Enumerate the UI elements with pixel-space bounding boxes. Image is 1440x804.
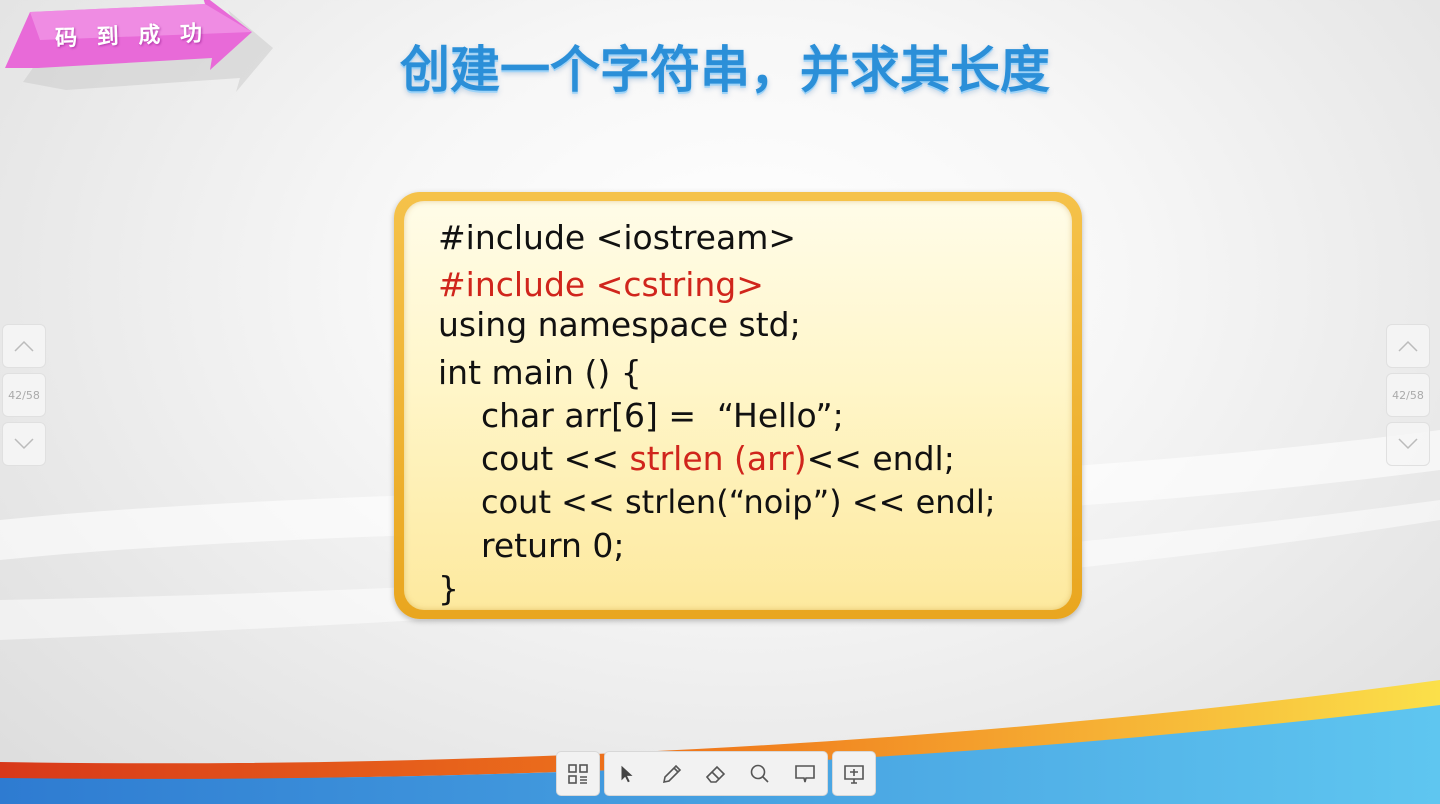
chevron-up-icon	[14, 340, 34, 352]
search-icon	[751, 764, 769, 783]
grid-menu-icon	[568, 763, 588, 784]
chevron-down-icon	[1398, 438, 1418, 450]
screen-button[interactable]	[833, 752, 875, 795]
bottom-toolbar	[556, 751, 876, 796]
grid-menu-button[interactable]	[557, 752, 599, 795]
pointer-button[interactable]	[605, 752, 649, 795]
code-line-7: cout << strlen(“noip”) << endl;	[481, 483, 996, 521]
chevron-down-icon	[14, 438, 34, 450]
code-line-4: int main () {	[438, 353, 642, 392]
code-line-6: cout << strlen (arr)<< endl;	[481, 439, 955, 479]
next-page-button-right[interactable]	[1386, 422, 1430, 466]
comment-icon	[795, 764, 815, 782]
code-highlight: strlen (arr)	[629, 439, 807, 478]
prev-page-button-right[interactable]	[1386, 324, 1430, 368]
toolbar-tools-group	[604, 751, 828, 796]
prev-page-button[interactable]	[2, 324, 46, 368]
chevron-up-icon	[1398, 340, 1418, 352]
screen-icon	[844, 764, 864, 784]
eraser-button[interactable]	[694, 752, 738, 795]
pen-icon	[662, 764, 681, 783]
toolbar-screen-group	[832, 751, 876, 796]
toolbar-menu-group	[556, 751, 600, 796]
code-line-2: #include <cstring>	[438, 265, 764, 304]
right-page-nav: 42/58	[1386, 324, 1430, 471]
code-line-5: char arr[6] = “Hello”;	[481, 396, 844, 435]
pointer-icon	[621, 765, 633, 782]
page-indicator-text: 42/58	[8, 388, 40, 402]
code-line-9: }	[438, 569, 459, 608]
slide-title: 创建一个字符串，并求其长度	[400, 41, 1050, 99]
page-indicator: 42/58	[2, 373, 46, 417]
code-line-3: using namespace std;	[438, 305, 801, 344]
eraser-icon	[705, 765, 726, 783]
search-button[interactable]	[738, 752, 782, 795]
page-indicator-right: 42/58	[1386, 373, 1430, 417]
left-page-nav: 42/58	[2, 324, 46, 471]
code-line-1: #include <iostream>	[438, 218, 797, 257]
code-line-6-prefix: cout <<	[481, 439, 630, 478]
code-line-6-suffix: << endl;	[806, 439, 955, 478]
code-line-8: return 0;	[481, 526, 625, 565]
page-indicator-text-right: 42/58	[1392, 388, 1424, 402]
comment-button[interactable]	[783, 752, 827, 795]
pen-button[interactable]	[649, 752, 693, 795]
next-page-button[interactable]	[2, 422, 46, 466]
